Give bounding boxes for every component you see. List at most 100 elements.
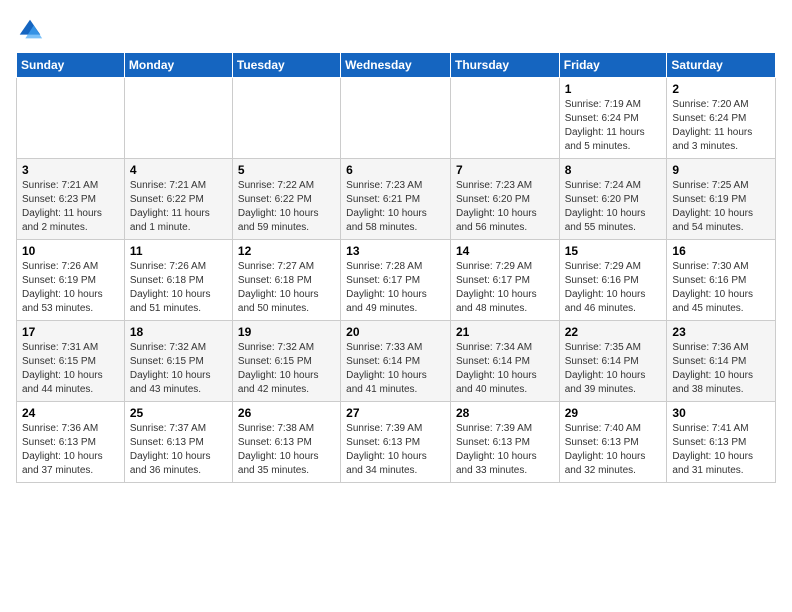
day-number: 1 bbox=[565, 82, 662, 96]
calendar-day-cell: 30 Sunrise: 7:41 AM Sunset: 6:13 PM Dayli… bbox=[667, 402, 776, 483]
calendar-week-row: 17 Sunrise: 7:31 AM Sunset: 6:15 PM Dayli… bbox=[17, 321, 776, 402]
day-number: 17 bbox=[22, 325, 119, 339]
calendar-day-cell bbox=[17, 78, 125, 159]
logo-icon bbox=[16, 16, 44, 44]
calendar-day-cell: 15 Sunrise: 7:29 AM Sunset: 6:16 PM Dayli… bbox=[559, 240, 667, 321]
day-info: Sunrise: 7:33 AM Sunset: 6:14 PM Dayligh… bbox=[346, 341, 445, 397]
calendar-header-row: SundayMondayTuesdayWednesdayThursdayFrid… bbox=[17, 53, 776, 78]
calendar-day-cell: 26Sunrise: 7:38 AM Sunset: 6:13 PM Dayli… bbox=[232, 402, 340, 483]
calendar-day-cell: 22Sunrise: 7:35 AM Sunset: 6:14 PM Dayli… bbox=[559, 321, 667, 402]
day-number: 25 bbox=[130, 406, 227, 420]
day-info: Sunrise: 7:27 AM Sunset: 6:18 PM Dayligh… bbox=[238, 260, 335, 316]
day-number: 15 bbox=[565, 244, 662, 258]
calendar-day-cell: 21Sunrise: 7:34 AM Sunset: 6:14 PM Dayli… bbox=[450, 321, 559, 402]
day-info: Sunrise: 7:22 AM Sunset: 6:22 PM Dayligh… bbox=[238, 179, 335, 235]
calendar-day-cell bbox=[341, 78, 451, 159]
day-info: Sunrise: 7:31 AM Sunset: 6:15 PM Dayligh… bbox=[22, 341, 119, 397]
calendar-day-cell: 20 Sunrise: 7:33 AM Sunset: 6:14 PM Dayli… bbox=[341, 321, 451, 402]
calendar-day-cell: 5 Sunrise: 7:22 AM Sunset: 6:22 PM Daylig… bbox=[232, 159, 340, 240]
day-number: 23 bbox=[672, 325, 770, 339]
calendar-day-cell: 28 Sunrise: 7:39 AM Sunset: 6:13 PM Dayli… bbox=[450, 402, 559, 483]
day-number: 12 bbox=[238, 244, 335, 258]
day-info: Sunrise: 7:23 AM Sunset: 6:20 PM Dayligh… bbox=[456, 179, 554, 235]
calendar-table: SundayMondayTuesdayWednesdayThursdayFrid… bbox=[16, 52, 776, 483]
calendar-day-cell: 3Sunrise: 7:21 AM Sunset: 6:23 PM Daylig… bbox=[17, 159, 125, 240]
calendar-day-cell bbox=[124, 78, 232, 159]
day-number: 4 bbox=[130, 163, 227, 177]
day-number: 30 bbox=[672, 406, 770, 420]
day-of-week-header: Monday bbox=[124, 53, 232, 78]
day-number: 28 bbox=[456, 406, 554, 420]
day-info: Sunrise: 7:19 AM Sunset: 6:24 PM Dayligh… bbox=[565, 98, 662, 154]
day-info: Sunrise: 7:24 AM Sunset: 6:20 PM Dayligh… bbox=[565, 179, 662, 235]
day-of-week-header: Wednesday bbox=[341, 53, 451, 78]
day-number: 5 bbox=[238, 163, 335, 177]
day-info: Sunrise: 7:21 AM Sunset: 6:23 PM Dayligh… bbox=[22, 179, 119, 235]
day-info: Sunrise: 7:39 AM Sunset: 6:13 PM Dayligh… bbox=[346, 422, 445, 478]
day-number: 9 bbox=[672, 163, 770, 177]
day-of-week-header: Tuesday bbox=[232, 53, 340, 78]
calendar-day-cell: 8 Sunrise: 7:24 AM Sunset: 6:20 PM Daylig… bbox=[559, 159, 667, 240]
calendar-week-row: 3Sunrise: 7:21 AM Sunset: 6:23 PM Daylig… bbox=[17, 159, 776, 240]
calendar-day-cell: 7 Sunrise: 7:23 AM Sunset: 6:20 PM Daylig… bbox=[450, 159, 559, 240]
day-number: 21 bbox=[456, 325, 554, 339]
calendar-day-cell: 10 Sunrise: 7:26 AM Sunset: 6:19 PM Dayli… bbox=[17, 240, 125, 321]
day-of-week-header: Friday bbox=[559, 53, 667, 78]
calendar-day-cell: 11 Sunrise: 7:26 AM Sunset: 6:18 PM Dayli… bbox=[124, 240, 232, 321]
day-info: Sunrise: 7:29 AM Sunset: 6:17 PM Dayligh… bbox=[456, 260, 554, 316]
day-info: Sunrise: 7:38 AM Sunset: 6:13 PM Dayligh… bbox=[238, 422, 335, 478]
day-number: 16 bbox=[672, 244, 770, 258]
day-info: Sunrise: 7:36 AM Sunset: 6:14 PM Dayligh… bbox=[672, 341, 770, 397]
calendar-day-cell: 19 Sunrise: 7:32 AM Sunset: 6:15 PM Dayli… bbox=[232, 321, 340, 402]
day-number: 24 bbox=[22, 406, 119, 420]
day-number: 11 bbox=[130, 244, 227, 258]
calendar-day-cell: 17 Sunrise: 7:31 AM Sunset: 6:15 PM Dayli… bbox=[17, 321, 125, 402]
calendar-day-cell: 12 Sunrise: 7:27 AM Sunset: 6:18 PM Dayli… bbox=[232, 240, 340, 321]
calendar-day-cell: 1 Sunrise: 7:19 AM Sunset: 6:24 PM Daylig… bbox=[559, 78, 667, 159]
calendar-day-cell bbox=[232, 78, 340, 159]
day-info: Sunrise: 7:29 AM Sunset: 6:16 PM Dayligh… bbox=[565, 260, 662, 316]
day-number: 10 bbox=[22, 244, 119, 258]
day-info: Sunrise: 7:26 AM Sunset: 6:18 PM Dayligh… bbox=[130, 260, 227, 316]
day-info: Sunrise: 7:32 AM Sunset: 6:15 PM Dayligh… bbox=[130, 341, 227, 397]
day-info: Sunrise: 7:39 AM Sunset: 6:13 PM Dayligh… bbox=[456, 422, 554, 478]
day-info: Sunrise: 7:28 AM Sunset: 6:17 PM Dayligh… bbox=[346, 260, 445, 316]
day-number: 13 bbox=[346, 244, 445, 258]
page-header bbox=[16, 16, 776, 44]
day-of-week-header: Saturday bbox=[667, 53, 776, 78]
day-number: 2 bbox=[672, 82, 770, 96]
day-info: Sunrise: 7:26 AM Sunset: 6:19 PM Dayligh… bbox=[22, 260, 119, 316]
calendar-week-row: 10 Sunrise: 7:26 AM Sunset: 6:19 PM Dayli… bbox=[17, 240, 776, 321]
day-info: Sunrise: 7:36 AM Sunset: 6:13 PM Dayligh… bbox=[22, 422, 119, 478]
calendar-day-cell: 9 Sunrise: 7:25 AM Sunset: 6:19 PM Daylig… bbox=[667, 159, 776, 240]
day-number: 19 bbox=[238, 325, 335, 339]
day-number: 14 bbox=[456, 244, 554, 258]
calendar-day-cell: 18 Sunrise: 7:32 AM Sunset: 6:15 PM Dayli… bbox=[124, 321, 232, 402]
day-info: Sunrise: 7:30 AM Sunset: 6:16 PM Dayligh… bbox=[672, 260, 770, 316]
day-info: Sunrise: 7:35 AM Sunset: 6:14 PM Dayligh… bbox=[565, 341, 662, 397]
calendar-day-cell: 16 Sunrise: 7:30 AM Sunset: 6:16 PM Dayli… bbox=[667, 240, 776, 321]
calendar-day-cell: 4Sunrise: 7:21 AM Sunset: 6:22 PM Daylig… bbox=[124, 159, 232, 240]
day-number: 27 bbox=[346, 406, 445, 420]
calendar-day-cell: 29Sunrise: 7:40 AM Sunset: 6:13 PM Dayli… bbox=[559, 402, 667, 483]
calendar-week-row: 1 Sunrise: 7:19 AM Sunset: 6:24 PM Daylig… bbox=[17, 78, 776, 159]
logo bbox=[16, 16, 48, 44]
day-info: Sunrise: 7:32 AM Sunset: 6:15 PM Dayligh… bbox=[238, 341, 335, 397]
calendar-day-cell: 25Sunrise: 7:37 AM Sunset: 6:13 PM Dayli… bbox=[124, 402, 232, 483]
calendar-day-cell: 6 Sunrise: 7:23 AM Sunset: 6:21 PM Daylig… bbox=[341, 159, 451, 240]
day-number: 6 bbox=[346, 163, 445, 177]
day-number: 18 bbox=[130, 325, 227, 339]
day-info: Sunrise: 7:23 AM Sunset: 6:21 PM Dayligh… bbox=[346, 179, 445, 235]
calendar-day-cell: 24 Sunrise: 7:36 AM Sunset: 6:13 PM Dayli… bbox=[17, 402, 125, 483]
day-info: Sunrise: 7:20 AM Sunset: 6:24 PM Dayligh… bbox=[672, 98, 770, 154]
day-info: Sunrise: 7:25 AM Sunset: 6:19 PM Dayligh… bbox=[672, 179, 770, 235]
calendar-day-cell: 2 Sunrise: 7:20 AM Sunset: 6:24 PM Daylig… bbox=[667, 78, 776, 159]
calendar-day-cell bbox=[450, 78, 559, 159]
day-number: 7 bbox=[456, 163, 554, 177]
day-of-week-header: Thursday bbox=[450, 53, 559, 78]
day-info: Sunrise: 7:41 AM Sunset: 6:13 PM Dayligh… bbox=[672, 422, 770, 478]
calendar-day-cell: 23 Sunrise: 7:36 AM Sunset: 6:14 PM Dayli… bbox=[667, 321, 776, 402]
day-number: 20 bbox=[346, 325, 445, 339]
calendar-week-row: 24 Sunrise: 7:36 AM Sunset: 6:13 PM Dayli… bbox=[17, 402, 776, 483]
day-number: 8 bbox=[565, 163, 662, 177]
